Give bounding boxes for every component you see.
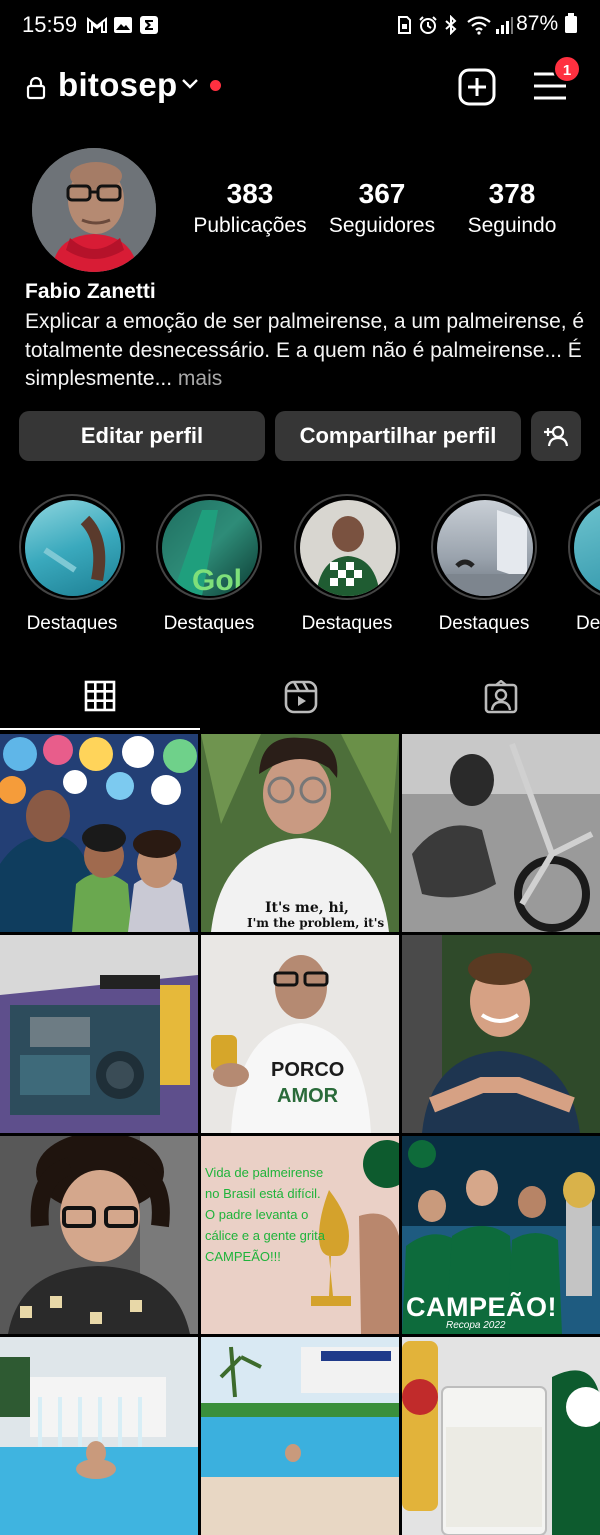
profile-username[interactable]: bitosep <box>58 66 177 104</box>
discover-people-button[interactable] <box>531 411 581 461</box>
post-thumbnail[interactable] <box>402 935 600 1133</box>
signal-icon <box>494 15 514 35</box>
status-bar: 15:59 87% <box>0 0 600 52</box>
post-thumbnail[interactable]: PORCO AMOR <box>201 935 399 1133</box>
plus-square-icon <box>458 68 496 106</box>
add-person-icon <box>544 425 569 447</box>
battery-icon <box>565 13 577 33</box>
highlight-3[interactable]: Destaques <box>294 494 400 635</box>
profile-full-name: Fabio Zanetti <box>25 280 156 303</box>
post-thumbnail[interactable]: It's me, hi, I'm the problem, it's me <box>201 734 399 932</box>
battery-level: 87% <box>516 12 578 36</box>
wifi-icon <box>466 15 491 35</box>
notification-badge: 1 <box>553 55 581 83</box>
post-thumbnail[interactable]: Vida de palmeirense no Brasil está difíc… <box>201 1136 399 1334</box>
post-thumbnail[interactable] <box>0 734 198 932</box>
sim-icon <box>396 15 416 35</box>
bluetooth-icon <box>443 14 463 36</box>
edit-profile-button[interactable]: Editar perfil <box>19 411 265 461</box>
stat-posts[interactable]: 383 Publicações <box>190 178 310 238</box>
highlight-4[interactable]: Destaques <box>431 494 537 635</box>
create-post-button[interactable] <box>458 68 496 111</box>
post-thumbnail[interactable] <box>402 734 600 932</box>
alarm-icon <box>418 15 438 35</box>
grid-icon <box>84 680 116 712</box>
highlight-2[interactable]: Gol Destaques <box>156 494 262 635</box>
sigma-app-icon <box>139 15 159 35</box>
tagged-person-icon <box>484 680 518 714</box>
post-thumbnail[interactable] <box>0 1337 198 1535</box>
lock-icon <box>26 76 46 105</box>
bio-more-link[interactable]: mais <box>172 367 222 390</box>
profile-bio: Explicar a emoção de ser palmeirense, a … <box>25 310 585 390</box>
share-profile-button[interactable]: Compartilhar perfil <box>275 411 521 461</box>
post-thumbnail[interactable] <box>0 1136 198 1334</box>
status-time: 15:59 <box>22 12 78 37</box>
reels-icon <box>284 680 318 714</box>
highlight-1[interactable]: Destaques <box>19 494 125 635</box>
highlight-5[interactable]: De <box>568 494 600 635</box>
svg-text:Gol: Gol <box>192 564 242 596</box>
gallery-icon <box>113 15 133 35</box>
profile-tabs <box>0 670 600 732</box>
post-thumbnail[interactable] <box>201 1337 399 1535</box>
gmail-icon <box>86 15 107 35</box>
account-notification-dot <box>210 80 221 91</box>
post-thumbnail[interactable] <box>402 1337 600 1535</box>
profile-header: bitosep 1 <box>0 55 600 112</box>
post-thumbnail[interactable]: CAMPEÃO! Recopa 2022 <box>402 1136 600 1334</box>
stat-followers[interactable]: 367 Seguidores <box>322 178 442 238</box>
stat-following[interactable]: 378 Seguindo <box>452 178 572 238</box>
tab-grid[interactable] <box>0 670 200 732</box>
tab-tagged[interactable] <box>400 670 600 732</box>
post-thumbnail[interactable] <box>0 935 198 1133</box>
chevron-down-icon[interactable] <box>180 77 200 96</box>
tab-reels[interactable] <box>200 670 400 732</box>
avatar[interactable] <box>32 148 156 272</box>
